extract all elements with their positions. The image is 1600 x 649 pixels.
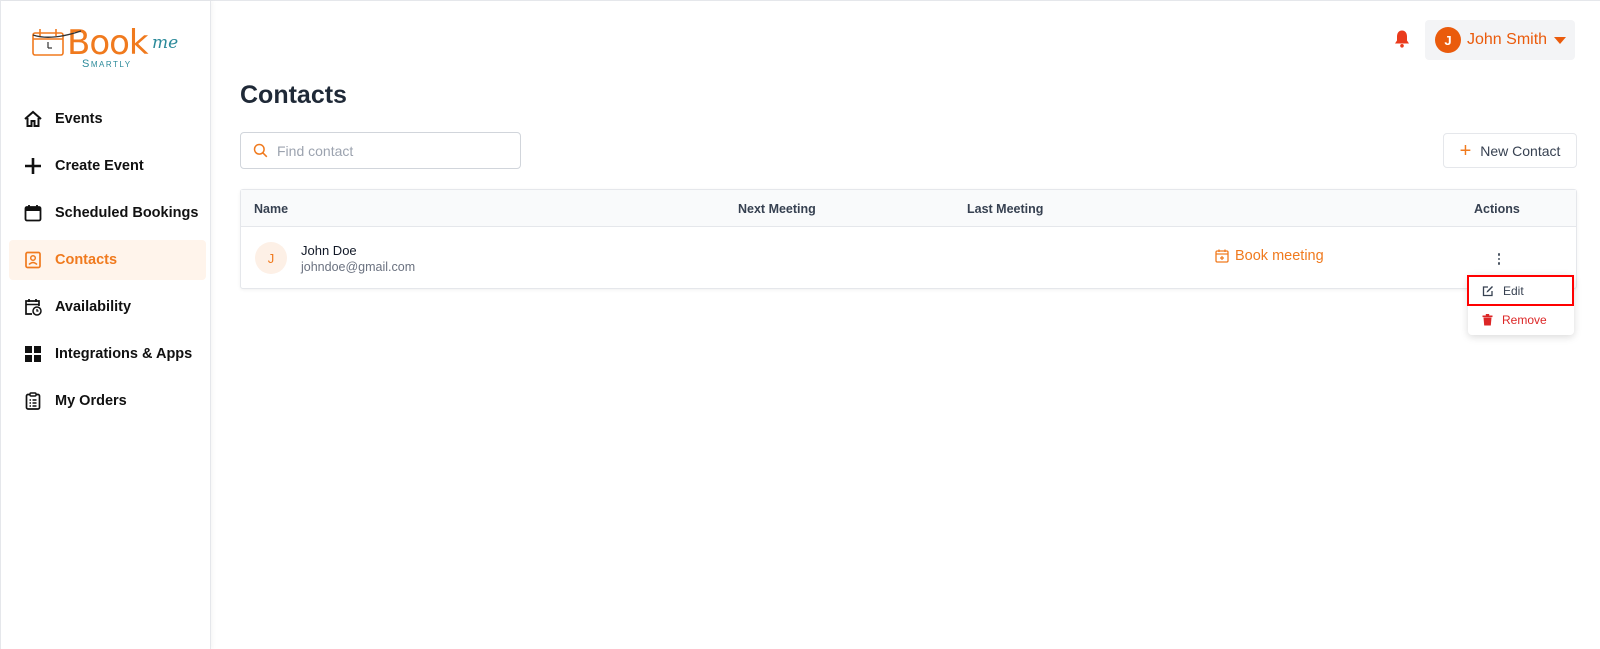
- new-contact-button[interactable]: + New Contact: [1443, 133, 1577, 168]
- row-actions-menu-icon[interactable]: [1489, 247, 1509, 271]
- logo-swoosh-icon: [32, 30, 82, 38]
- edit-menu-item[interactable]: Edit: [1468, 277, 1574, 305]
- sidebar-item-my-orders[interactable]: My Orders: [9, 381, 206, 421]
- sidebar-item-integrations[interactable]: Integrations & Apps: [9, 334, 206, 374]
- user-avatar: J: [1435, 27, 1461, 53]
- search-box: [240, 132, 521, 169]
- row-actions-dropdown: Edit Remove: [1468, 275, 1574, 335]
- sidebar-item-create-event[interactable]: Create Event: [9, 146, 206, 186]
- user-menu-button[interactable]: J John Smith: [1425, 20, 1575, 60]
- plus-icon: [23, 156, 43, 176]
- column-header-next-meeting: Next Meeting: [738, 202, 816, 216]
- user-name: John Smith: [1467, 31, 1548, 48]
- column-header-actions: Actions: [1474, 202, 1520, 216]
- edit-icon: [1482, 286, 1493, 297]
- remove-label: Remove: [1502, 313, 1547, 327]
- calendar-icon: [23, 203, 43, 223]
- contact-book-icon: [23, 250, 43, 270]
- app: Book me Smartly Events Create Event Sche…: [0, 0, 1600, 649]
- sidebar-item-label: Integrations & Apps: [55, 346, 193, 362]
- sidebar-item-scheduled-bookings[interactable]: Scheduled Bookings: [9, 193, 206, 233]
- plus-icon: +: [1459, 139, 1472, 162]
- bell-icon[interactable]: [1393, 29, 1411, 49]
- contact-email: johndoe@gmail.com: [301, 260, 416, 274]
- page-title: Contacts: [240, 81, 347, 109]
- remove-menu-item[interactable]: Remove: [1468, 306, 1574, 334]
- logo[interactable]: Book me Smartly: [31, 25, 191, 71]
- contact-avatar: J: [255, 242, 287, 274]
- new-contact-label: New Contact: [1480, 142, 1561, 159]
- contact-name: John Doe: [301, 243, 357, 258]
- calendar-plus-icon: [1215, 249, 1229, 263]
- sidebar-item-events[interactable]: Events: [9, 99, 206, 139]
- edit-label: Edit: [1503, 284, 1524, 298]
- book-meeting-link[interactable]: Book meeting: [1215, 248, 1324, 264]
- calendar-clock-icon: [23, 297, 43, 317]
- table-header: Name Next Meeting Last Meeting Actions: [241, 190, 1576, 227]
- sidebar-item-label: My Orders: [55, 393, 127, 409]
- sidebar-nav: Events Create Event Scheduled Bookings C…: [9, 99, 206, 428]
- column-header-name: Name: [254, 202, 289, 216]
- sidebar-item-label: Availability: [55, 299, 132, 315]
- search-input[interactable]: [277, 142, 497, 159]
- grid-icon: [23, 344, 43, 364]
- caret-down-icon: [1554, 36, 1567, 44]
- contacts-table: Name Next Meeting Last Meeting Actions J…: [240, 189, 1577, 289]
- column-header-last-meeting: Last Meeting: [967, 202, 1044, 216]
- trash-icon: [1482, 314, 1493, 326]
- book-meeting-label: Book meeting: [1235, 248, 1324, 264]
- search-icon: [253, 143, 268, 158]
- sidebar-item-contacts[interactable]: Contacts: [9, 240, 206, 280]
- sidebar-item-label: Events: [55, 111, 103, 127]
- sidebar-item-label: Create Event: [55, 158, 144, 174]
- logo-tagline: Smartly: [82, 58, 132, 70]
- logo-suffix: me: [152, 33, 179, 53]
- sidebar-item-label: Scheduled Bookings: [55, 205, 199, 221]
- sidebar-item-availability[interactable]: Availability: [9, 287, 206, 327]
- clipboard-icon: [23, 391, 43, 411]
- sidebar: Book me Smartly Events Create Event Sche…: [0, 1, 211, 649]
- sidebar-item-label: Contacts: [55, 252, 118, 268]
- table-row: J John Doe johndoe@gmail.com Book meetin…: [241, 227, 1576, 288]
- home-icon: [23, 109, 43, 129]
